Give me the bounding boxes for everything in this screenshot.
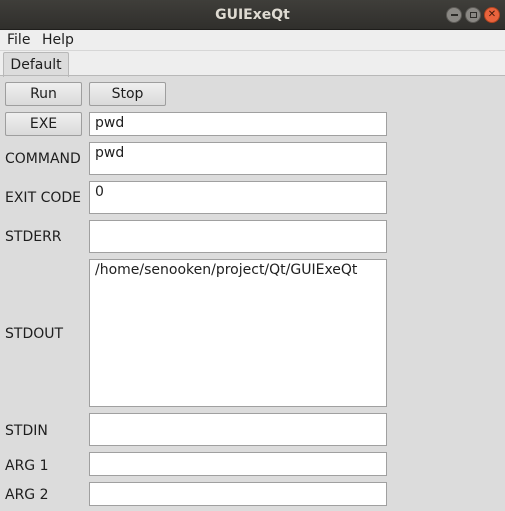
tab-panel-border	[0, 75, 505, 76]
title-bar[interactable]: GUIExeQt ✕	[0, 0, 505, 30]
stdin-field[interactable]	[89, 413, 387, 446]
exe-input[interactable]: pwd	[89, 112, 387, 136]
arg1-input[interactable]	[89, 452, 387, 476]
minimize-button[interactable]	[446, 7, 462, 23]
minimize-icon	[450, 14, 458, 16]
stop-button[interactable]: Stop	[89, 82, 166, 106]
stdout-label: STDOUT	[5, 326, 64, 342]
stderr-field[interactable]	[89, 220, 387, 253]
tab-default[interactable]: Default	[3, 52, 69, 77]
command-label: COMMAND	[5, 151, 81, 167]
close-button[interactable]: ✕	[484, 7, 500, 23]
stdin-label: STDIN	[5, 423, 48, 439]
stderr-label: STDERR	[5, 229, 62, 245]
maximize-icon	[469, 12, 477, 18]
window-title: GUIExeQt	[215, 7, 290, 23]
menu-file[interactable]: File	[7, 32, 30, 48]
exe-button[interactable]: EXE	[5, 112, 82, 136]
menu-bar: File Help	[0, 30, 505, 51]
tab-bar: Default	[0, 51, 505, 77]
close-icon: ✕	[487, 9, 497, 20]
arg2-input[interactable]	[89, 482, 387, 506]
command-field[interactable]: pwd	[89, 142, 387, 175]
maximize-button[interactable]	[465, 7, 481, 23]
arg2-label: ARG 2	[5, 487, 49, 503]
run-button[interactable]: Run	[5, 82, 82, 106]
exit-code-field[interactable]: 0	[89, 181, 387, 214]
exit-code-label: EXIT CODE	[5, 190, 81, 206]
menu-help[interactable]: Help	[42, 32, 74, 48]
stdout-field[interactable]: /home/senooken/project/Qt/GUIExeQt	[89, 259, 387, 407]
arg1-label: ARG 1	[5, 458, 49, 474]
